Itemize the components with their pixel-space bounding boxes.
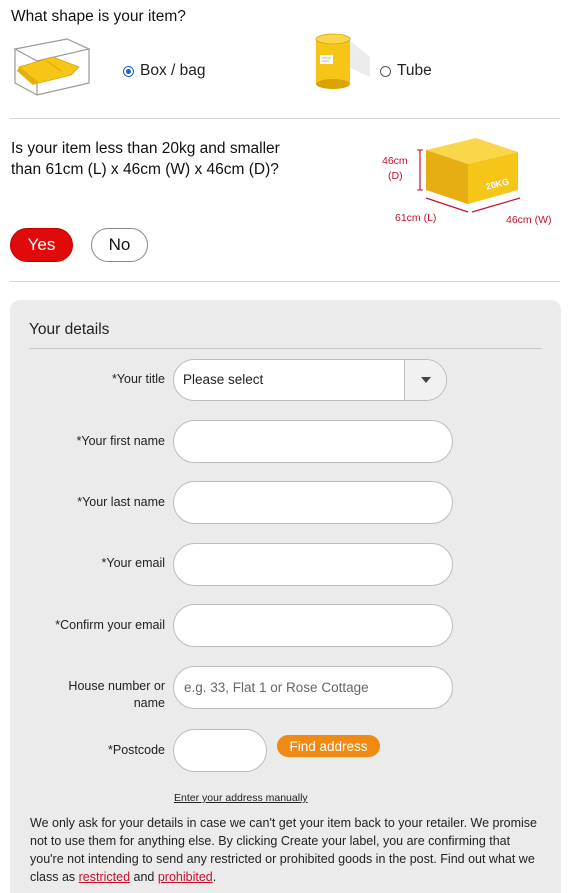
depth-label: 46cm: [382, 155, 408, 167]
size-question-line1: Is your item less than 20kg and smaller: [11, 140, 280, 157]
your-details-panel: Your details *Your title Please select *…: [10, 300, 561, 893]
your-details-title: Your details: [29, 321, 110, 338]
last-name-field[interactable]: [173, 481, 453, 524]
tube-icon[interactable]: [312, 31, 372, 93]
postcode-label: *Postcode: [108, 743, 165, 757]
email-field[interactable]: [173, 543, 453, 586]
radio-tube-indicator[interactable]: [380, 65, 391, 77]
first-name-label: *Your first name: [76, 434, 165, 448]
title-label: *Your title: [111, 372, 165, 386]
house-label-cont: name: [133, 696, 165, 710]
divider: [29, 348, 542, 349]
house-label: House number or: [68, 679, 165, 693]
radio-box-bag-label: Box / bag: [140, 62, 206, 79]
yes-button[interactable]: Yes: [10, 228, 73, 262]
confirm-email-field[interactable]: [173, 604, 453, 647]
divider: [10, 118, 560, 119]
size-question-line2: than 61cm (L) x 46cm (W) x 46cm (D)?: [11, 161, 279, 178]
disclaimer-end: .: [212, 870, 217, 884]
confirm-email-label: *Confirm your email: [55, 618, 165, 632]
postcode-field[interactable]: [173, 729, 267, 772]
depth-unit-label: (D): [388, 170, 403, 182]
title-select-value: Please select: [183, 372, 264, 387]
house-field[interactable]: [173, 666, 453, 709]
enter-address-manually-link[interactable]: Enter your address manually: [174, 792, 308, 804]
disclaimer-text: We only ask for your details in case we …: [30, 814, 546, 886]
find-address-button[interactable]: Find address: [277, 735, 380, 757]
width-label: 46cm (W): [506, 214, 552, 226]
prohibited-link[interactable]: prohibited: [158, 870, 213, 884]
parcel-size-diagram: 20KG 46cm (D) 61cm (L) 46cm (W): [382, 138, 552, 226]
restricted-link[interactable]: restricted: [79, 870, 130, 884]
no-button[interactable]: No: [91, 228, 148, 262]
radio-tube[interactable]: Tube: [380, 62, 432, 80]
radio-box-bag[interactable]: Box / bag: [123, 62, 206, 80]
chevron-down-icon[interactable]: [404, 360, 446, 400]
last-name-label: *Your last name: [77, 495, 165, 509]
divider: [10, 281, 560, 282]
title-select[interactable]: Please select: [173, 359, 447, 401]
shape-question: What shape is your item?: [11, 8, 186, 25]
email-label: *Your email: [101, 556, 165, 570]
length-label: 61cm (L): [395, 212, 436, 224]
first-name-field[interactable]: [173, 420, 453, 463]
box-bag-icon[interactable]: [9, 31, 95, 99]
radio-box-bag-indicator[interactable]: [123, 65, 134, 77]
radio-tube-label: Tube: [397, 62, 432, 79]
disclaimer-and: and: [130, 870, 158, 884]
